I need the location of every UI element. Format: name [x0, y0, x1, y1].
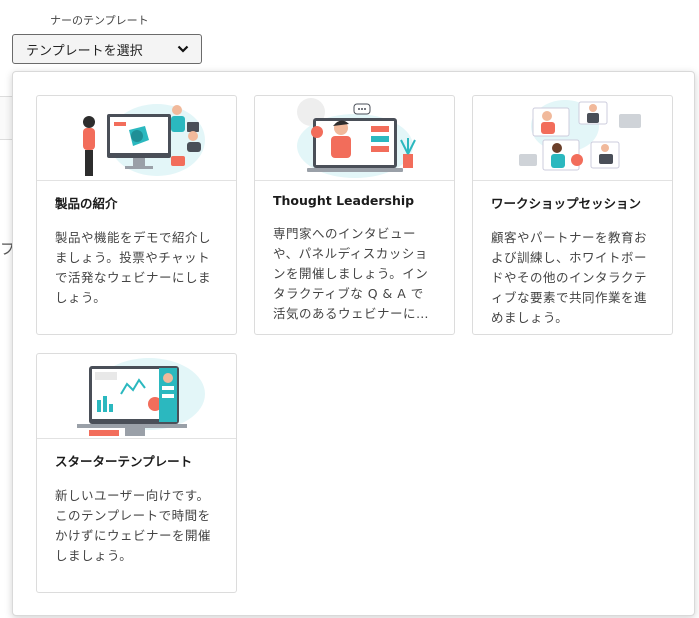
background-input-edge	[0, 96, 12, 140]
card-description: 新しいユーザー向けです。このテンプレートで時間をかけずにウェビナーを開催しましょ…	[55, 488, 212, 563]
workshop-illustration	[473, 96, 672, 181]
template-select-label: テンプレートを選択	[26, 43, 143, 59]
interview-illustration	[255, 96, 454, 181]
starter-dashboard-illustration	[37, 354, 236, 439]
card-title: Thought Leadership	[273, 193, 415, 208]
field-label: ナーのテンプレート	[50, 14, 149, 27]
template-card-product-intro[interactable]: 製品の紹介 製品や機能をデモで紹介しましょう。投票やチャットで活発なウェビナーに…	[36, 95, 237, 335]
card-title: 製品の紹介	[55, 196, 118, 211]
card-description: 専門家へのインタビューや、パネルディスカッションを開催しましょう。インタラクティ…	[273, 226, 430, 321]
template-card-starter[interactable]: スターターテンプレート 新しいユーザー向けです。このテンプレートで時間をかけずに…	[36, 353, 237, 593]
card-title: スターターテンプレート	[55, 454, 193, 469]
chevron-down-icon	[177, 42, 189, 57]
card-description: 製品や機能をデモで紹介しましょう。投票やチャットで活発なウェビナーにしましょう。	[55, 230, 212, 305]
template-dropdown-panel: 製品の紹介 製品や機能をデモで紹介しましょう。投票やチャットで活発なウェビナーに…	[12, 71, 695, 616]
card-title: ワークショップセッション	[491, 196, 642, 211]
product-demo-illustration	[37, 96, 236, 181]
card-description: 顧客やパートナーを教育および訓練し、ホワイトボードやその他のインタラクティブな要…	[491, 230, 648, 325]
template-card-workshop[interactable]: ワークショップセッション 顧客やパートナーを教育および訓練し、ホワイトボードやそ…	[472, 95, 673, 335]
template-card-thought-leadership[interactable]: Thought Leadership 専門家へのインタビューや、パネルディスカッ…	[254, 95, 455, 335]
template-select[interactable]: テンプレートを選択	[12, 34, 202, 64]
